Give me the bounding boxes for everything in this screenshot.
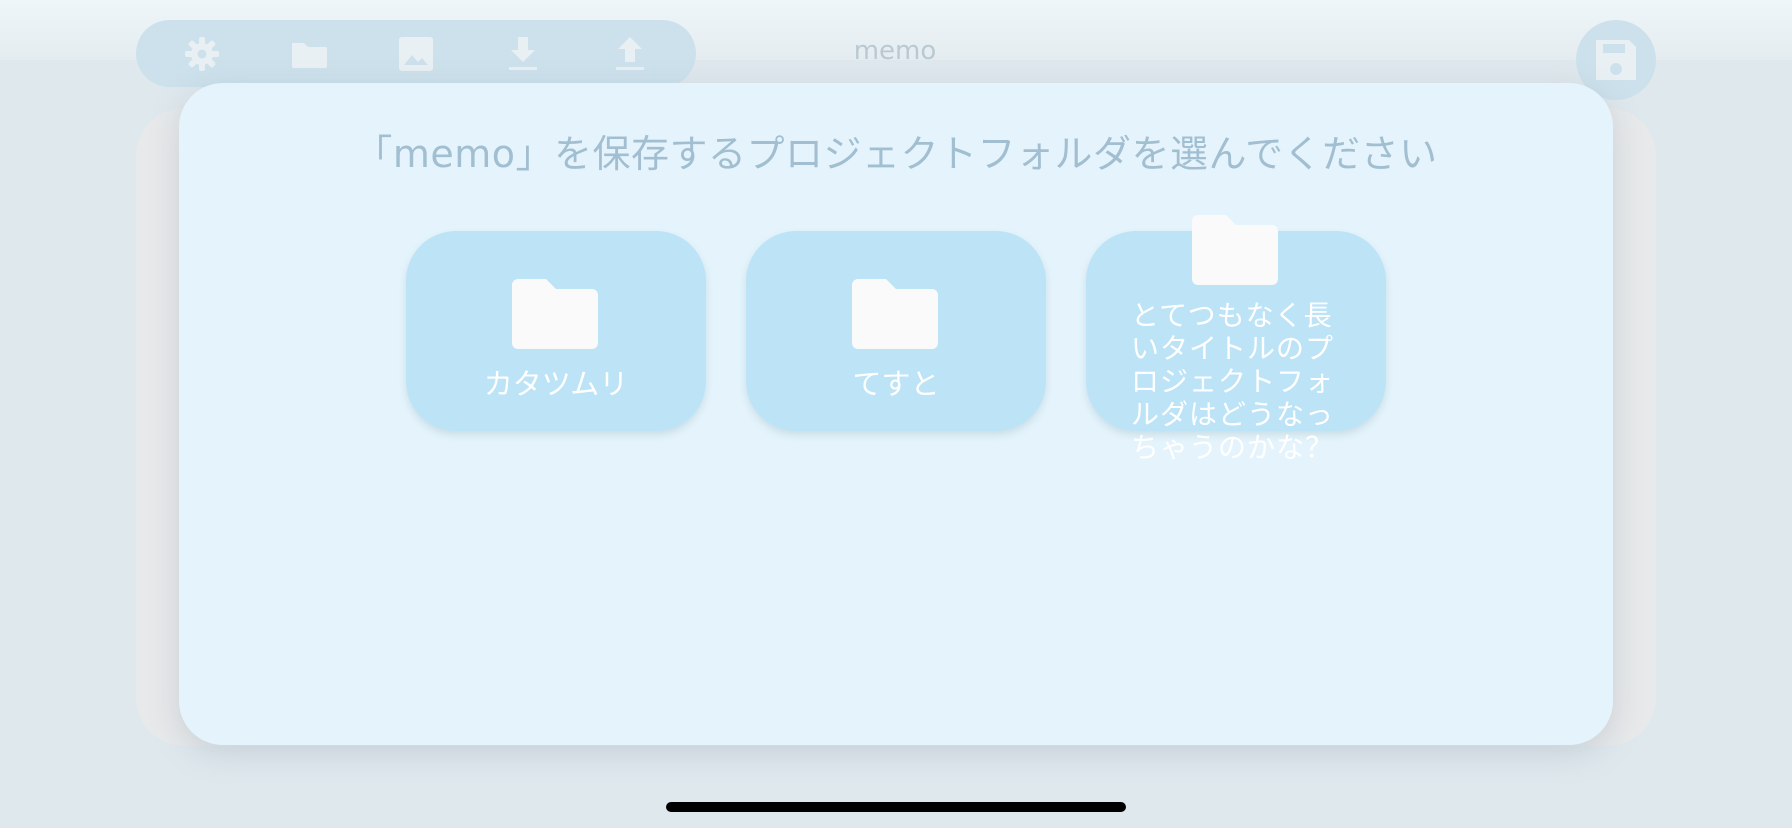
dialog-title: 「memo」を保存するプロジェクトフォルダを選んでください <box>354 132 1438 176</box>
image-icon[interactable] <box>394 32 438 76</box>
folder-icon <box>852 279 938 349</box>
folder-icon[interactable] <box>287 32 331 76</box>
floppy-disk-icon <box>1596 40 1636 80</box>
folder-icon <box>1192 215 1278 285</box>
folder-label: てすと <box>852 367 940 401</box>
download-icon[interactable] <box>501 32 545 76</box>
home-indicator <box>666 802 1126 812</box>
document-title: memo <box>853 36 937 66</box>
toolbar <box>136 20 696 87</box>
folder-card[interactable]: てすと <box>746 231 1046 431</box>
folder-icon <box>512 279 598 349</box>
folder-label: カタツムリ <box>483 367 629 401</box>
gear-icon[interactable] <box>180 32 224 76</box>
folder-card[interactable]: とてつもなく長いタイトルのプロジェクトフォルダはどうなっちゃうのかな？ <box>1086 215 1386 464</box>
folder-label: とてつもなく長いタイトルのプロジェクトフォルダはどうなっちゃうのかな？ <box>1131 299 1335 464</box>
folder-card[interactable]: カタツムリ <box>406 231 706 431</box>
folder-select-dialog: 「memo」を保存するプロジェクトフォルダを選んでください カタツムリ てすと … <box>179 83 1613 745</box>
upload-icon[interactable] <box>608 32 652 76</box>
